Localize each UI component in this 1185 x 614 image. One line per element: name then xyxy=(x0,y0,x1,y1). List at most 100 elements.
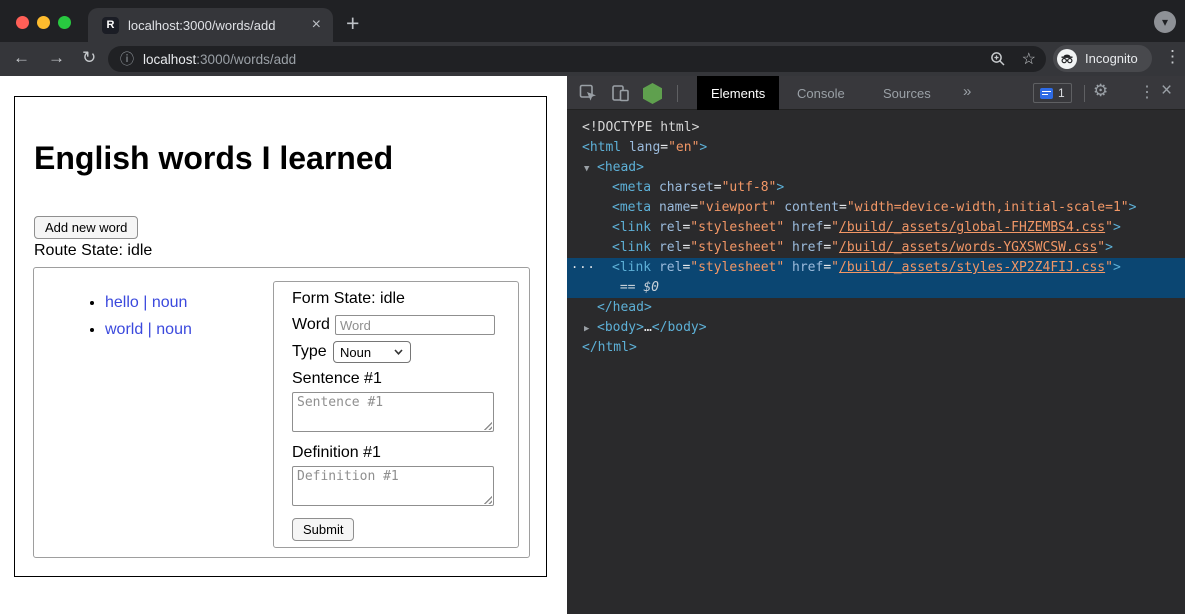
issues-badge[interactable]: 1 xyxy=(1033,83,1072,103)
page-title: English words I learned xyxy=(34,140,393,177)
expand-arrow-icon[interactable]: ▶ xyxy=(584,319,597,339)
toolbar-divider xyxy=(1084,85,1085,102)
devtools-close-icon[interactable]: × xyxy=(1161,80,1172,102)
inspect-element-icon[interactable] xyxy=(579,84,598,103)
new-tab-button[interactable]: + xyxy=(346,10,359,37)
device-toolbar-icon[interactable] xyxy=(611,84,630,103)
incognito-label: Incognito xyxy=(1085,51,1138,66)
code-token: " xyxy=(1105,260,1113,275)
bookmark-star-icon[interactable]: ☆ xyxy=(1022,49,1036,69)
code-token: <head> xyxy=(597,160,644,175)
code-line[interactable]: ▶<body>…</body> xyxy=(567,318,1185,338)
code-line[interactable]: </html> xyxy=(567,338,1185,358)
window-controls xyxy=(16,16,71,29)
code-token: <body> xyxy=(597,320,644,335)
more-actions-icon[interactable]: ... xyxy=(571,254,596,274)
code-token: <link xyxy=(612,260,651,275)
tab-elements[interactable]: Elements xyxy=(697,76,779,110)
code-token: = xyxy=(823,260,831,275)
expand-arrow-icon[interactable]: ▼ xyxy=(584,159,597,179)
submit-button[interactable]: Submit xyxy=(292,518,354,541)
code-token: <meta xyxy=(612,200,651,215)
chevron-down-icon xyxy=(394,349,403,355)
code-token xyxy=(784,220,792,235)
incognito-badge[interactable]: Incognito xyxy=(1053,45,1152,72)
back-button[interactable]: ← xyxy=(13,48,30,68)
issues-count: 1 xyxy=(1058,86,1065,100)
traffic-light-close-button[interactable] xyxy=(16,16,29,29)
word-label: Word xyxy=(292,316,330,334)
code-line[interactable]: <!DOCTYPE html> xyxy=(567,118,1185,138)
browser-menu-dots-icon[interactable]: ⋮ xyxy=(1164,47,1181,67)
code-line[interactable]: <meta name="viewport" content="width=dev… xyxy=(567,198,1185,218)
tab-title: localhost:3000/words/add xyxy=(128,18,310,33)
code-token: > xyxy=(1113,260,1121,275)
traffic-light-minimize-button[interactable] xyxy=(37,16,50,29)
code-token: "viewport" xyxy=(698,200,776,215)
word-input[interactable] xyxy=(335,315,495,335)
code-token: " xyxy=(831,260,839,275)
code-token: = xyxy=(823,220,831,235)
type-select-value: Noun xyxy=(340,345,371,360)
more-tabs-icon[interactable]: » xyxy=(963,83,971,100)
word-link[interactable]: hello | noun xyxy=(105,294,187,311)
code-token: /build/_assets/styles-XP2Z4FIJ.css xyxy=(839,260,1105,275)
code-token: <!DOCTYPE html> xyxy=(582,120,699,135)
reload-button[interactable]: ↻ xyxy=(82,48,96,68)
code-line[interactable]: == $0 xyxy=(567,278,1185,298)
word-link[interactable]: world | noun xyxy=(105,321,192,338)
remix-favicon-icon: R xyxy=(102,17,119,34)
code-token: > xyxy=(1129,200,1137,215)
url-bar[interactable]: ⓘ localhost :3000/words/add ☆ xyxy=(108,46,1046,72)
tab-console[interactable]: Console xyxy=(791,76,851,110)
sentence-textarea[interactable] xyxy=(292,392,494,432)
zoom-magnifier-icon[interactable] xyxy=(990,51,1006,67)
devtools-menu-dots-icon[interactable]: ⋮ xyxy=(1139,82,1155,102)
code-line[interactable]: <meta charset="utf-8"> xyxy=(567,178,1185,198)
window-chevron-down-icon[interactable]: ▾ xyxy=(1154,11,1176,33)
code-token: <link xyxy=(612,240,651,255)
code-line[interactable]: <link rel="stylesheet" href="/build/_ass… xyxy=(567,218,1185,238)
definition-textarea[interactable] xyxy=(292,466,494,506)
settings-gear-icon[interactable]: ⚙ xyxy=(1093,81,1108,101)
forward-button[interactable]: → xyxy=(48,48,65,68)
code-token: > xyxy=(1105,240,1113,255)
browser-tab[interactable]: R localhost:3000/words/add × xyxy=(88,8,333,42)
code-token xyxy=(651,260,659,275)
code-token: "stylesheet" xyxy=(690,240,784,255)
add-new-word-button[interactable]: Add new word xyxy=(34,216,138,239)
browser-chrome: R localhost:3000/words/add × + ▾ ← → ↻ ⓘ… xyxy=(0,0,1185,76)
code-token xyxy=(784,240,792,255)
code-token: name xyxy=(659,200,690,215)
code-token: rel xyxy=(659,240,682,255)
traffic-light-zoom-button[interactable] xyxy=(58,16,71,29)
code-token: $0 xyxy=(643,280,659,295)
code-token: > xyxy=(1113,220,1121,235)
code-token: </body> xyxy=(652,320,707,335)
add-word-form: Form State: idle Word Type Noun Sentence… xyxy=(273,281,519,548)
code-token: <meta xyxy=(612,180,651,195)
form-state-text: Form State: idle xyxy=(292,290,405,308)
dom-tree: <!DOCTYPE html><html lang="en">▼<head><m… xyxy=(567,110,1185,614)
code-token xyxy=(651,200,659,215)
code-token: rel xyxy=(659,220,682,235)
code-line[interactable]: <html lang="en"> xyxy=(567,138,1185,158)
code-token xyxy=(612,280,620,295)
code-line[interactable]: ▼<head> xyxy=(567,158,1185,178)
word-list-item: hello | noun xyxy=(105,294,192,312)
code-token: = xyxy=(690,200,698,215)
node-hexagon-icon xyxy=(643,83,662,104)
code-token: > xyxy=(776,180,784,195)
tab-sources[interactable]: Sources xyxy=(877,76,937,110)
type-select[interactable]: Noun xyxy=(333,341,411,363)
code-line[interactable]: ...<link rel="stylesheet" href="/build/_… xyxy=(567,258,1185,278)
tab-close-icon[interactable]: × xyxy=(310,17,323,33)
code-token: <html xyxy=(582,140,621,155)
node-devtools-icon[interactable] xyxy=(643,83,662,104)
url-path: :3000/words/add xyxy=(196,52,296,67)
code-token: href xyxy=(792,260,823,275)
code-token: = xyxy=(660,140,668,155)
code-line[interactable]: <link rel="stylesheet" href="/build/_ass… xyxy=(567,238,1185,258)
code-line[interactable]: </head> xyxy=(567,298,1185,318)
page-info-icon[interactable]: ⓘ xyxy=(120,49,134,69)
